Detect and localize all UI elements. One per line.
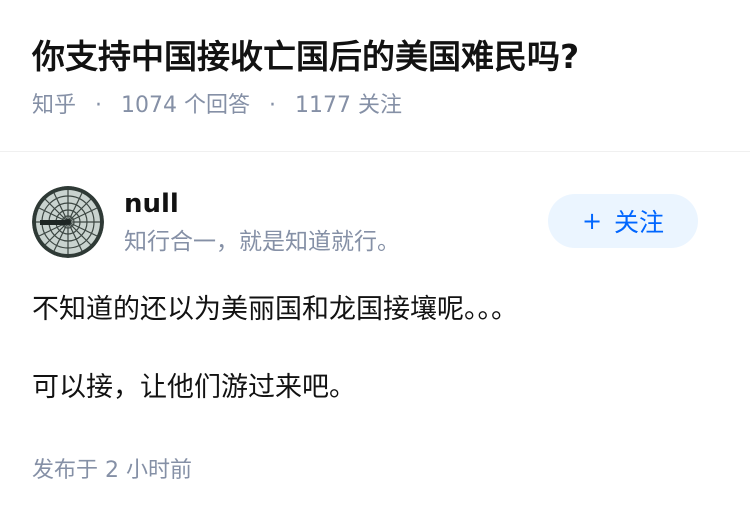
source-label[interactable]: 知乎 <box>32 93 76 118</box>
author-name[interactable]: null <box>124 186 179 222</box>
author-info: null 知行合一，就是知道就行。 + 关注 <box>32 186 718 266</box>
answer-paragraph: 不知道的还以为美丽国和龙国接壤呢。。。 <box>32 294 518 325</box>
follow-button[interactable]: + 关注 <box>548 194 698 248</box>
answers-count[interactable]: 1074 个回答 <box>121 93 250 118</box>
publish-time[interactable]: 发布于 2 小时前 <box>32 455 192 487</box>
meta-separator: · <box>269 93 276 118</box>
meta-separator: · <box>95 93 103 118</box>
answer-content: 不知道的还以为美丽国和龙国接壤呢。。。 可以接，让他们游过来吧。 <box>32 290 730 408</box>
question-header: 你支持中国接收亡国后的美国难民吗? 知乎 · 1074 个回答 · 1177 关… <box>32 34 730 122</box>
plus-icon: + <box>581 207 603 235</box>
avatar-image <box>32 186 104 258</box>
follow-label: 关注 <box>614 208 665 237</box>
question-meta: 知乎 · 1074 个回答 · 1177 关注 <box>32 90 730 122</box>
avatar[interactable] <box>32 186 104 258</box>
followers-count: 1177 关注 <box>295 93 402 118</box>
divider <box>0 151 750 152</box>
question-title[interactable]: 你支持中国接收亡国后的美国难民吗? <box>32 34 730 80</box>
answer-paragraph: 可以接，让他们游过来吧。 <box>32 372 356 403</box>
author-bio: 知行合一，就是知道就行。 <box>124 229 400 255</box>
